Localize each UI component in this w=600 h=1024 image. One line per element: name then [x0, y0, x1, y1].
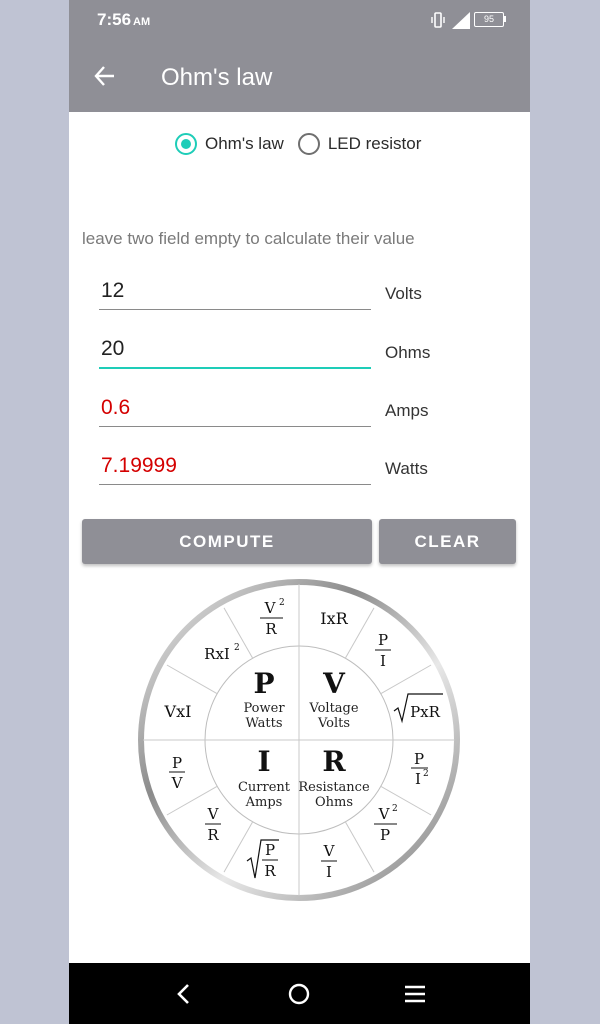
back-arrow-icon[interactable]	[93, 64, 117, 88]
formula-r-x-i-sq-sup: 2	[234, 643, 240, 653]
volts-field[interactable]: 12	[99, 270, 371, 310]
unit-label: Ohms	[385, 343, 431, 362]
formula-v-x-i: VxI	[164, 702, 192, 721]
radio-ohms-law[interactable]: Ohm's law	[175, 133, 284, 155]
formula-v-over-r-den: R	[207, 826, 219, 844]
clock-time: 7:56	[97, 10, 132, 29]
clear-button[interactable]: CLEAR	[379, 519, 516, 564]
unit-label: Watts	[385, 459, 428, 478]
formula-i-x-r: IxR	[320, 609, 348, 628]
system-nav-bar	[69, 963, 530, 1024]
quadrant-i-line2: Amps	[245, 795, 283, 810]
radio-label: Ohm's law	[205, 134, 284, 153]
quadrant-i-letter: I	[257, 745, 270, 778]
watts-field[interactable]: 7.19999	[99, 445, 371, 485]
formula-sqrt-pxr: PxR	[410, 703, 441, 721]
formula-v-over-i-num: V	[323, 842, 336, 860]
quadrant-p-letter: P	[253, 667, 274, 700]
radio-checked-icon[interactable]	[175, 133, 197, 155]
formula-p-over-v-den: V	[171, 774, 184, 792]
battery-level: 95	[483, 14, 494, 24]
ohms-field[interactable]: 20	[99, 329, 371, 369]
formula-r-x-i-sq: RxI	[204, 645, 230, 663]
field-value: 20	[101, 337, 125, 360]
watts-row: 7.19999 Watts	[99, 445, 519, 489]
clock: 7:56 AM	[97, 10, 150, 30]
radio-label: LED resistor	[327, 134, 422, 153]
formula-v-over-r-num: V	[207, 805, 220, 823]
ohms-row: 20 Ohms	[99, 329, 519, 373]
nav-menu-icon[interactable]	[402, 981, 428, 1007]
hint-text: leave two field empty to calculate their…	[82, 229, 415, 248]
quadrant-r-letter: R	[322, 745, 346, 778]
unit-label: Volts	[385, 284, 422, 303]
clock-ampm: AM	[133, 16, 151, 28]
field-value: 7.19999	[101, 454, 177, 477]
volts-row: 12 Volts	[99, 270, 519, 314]
formula-p-over-i-sq-num: P	[414, 750, 424, 768]
radio-led-resistor[interactable]: LED resistor	[297, 133, 422, 155]
formula-p-over-i-den: I	[380, 652, 386, 670]
quadrant-v-line1: Voltage	[308, 701, 358, 716]
formula-p-over-i-sq-sup: 2	[423, 769, 429, 779]
nav-home-icon[interactable]	[286, 981, 312, 1007]
quadrant-r-line2: Ohms	[315, 795, 353, 810]
field-value: 0.6	[101, 396, 131, 419]
field-value: 12	[101, 279, 125, 302]
formula-v-over-i-den: I	[326, 863, 332, 881]
formula-sqrt-p-over-r-den: R	[264, 862, 276, 880]
signal-icon	[452, 12, 470, 29]
formula-v-sq-over-r-den: R	[265, 620, 277, 638]
ohms-law-wheel: P Power Watts V Voltage Volts I Current …	[138, 579, 460, 901]
formula-sqrt-p-over-r-num: P	[265, 841, 275, 859]
quadrant-p-line2: Watts	[245, 716, 282, 731]
formula-p-over-v-num: P	[172, 754, 182, 772]
quadrant-v-line2: Volts	[317, 716, 350, 731]
battery-icon: 95	[474, 12, 504, 27]
vibrate-icon	[431, 12, 445, 28]
quadrant-v-letter: V	[322, 667, 346, 700]
formula-v-sq-over-p-sup: 2	[392, 804, 398, 814]
page-title: Ohm's law	[161, 64, 273, 91]
radio-unchecked-icon[interactable]	[297, 133, 320, 155]
formula-p-over-i-num: P	[378, 631, 388, 649]
formula-v-sq-over-r-sup: 2	[279, 598, 285, 608]
nav-back-icon[interactable]	[171, 981, 197, 1007]
quadrant-i-line1: Current	[238, 780, 291, 795]
battery-tip	[504, 16, 506, 22]
amps-field[interactable]: 0.6	[99, 387, 371, 427]
amps-row: 0.6 Amps	[99, 387, 519, 431]
formula-v-sq-over-r-num: V	[264, 599, 277, 617]
unit-label: Amps	[385, 401, 429, 420]
quadrant-p-line1: Power	[243, 701, 285, 716]
status-bar: 7:56 AM 95	[69, 0, 530, 40]
phone-screen: 7:56 AM 95 Ohm's law Ohm's law LED resist…	[69, 0, 530, 1024]
compute-button[interactable]: COMPUTE	[82, 519, 372, 564]
mode-radio-group: Ohm's law LED resistor	[175, 130, 435, 158]
formula-v-sq-over-p-den: P	[380, 826, 390, 844]
app-bar: Ohm's law	[69, 40, 530, 112]
formula-p-over-i-sq-den: I	[415, 770, 421, 788]
quadrant-r-line1: Resistance	[298, 780, 370, 795]
formula-v-sq-over-p-num: V	[378, 805, 391, 823]
